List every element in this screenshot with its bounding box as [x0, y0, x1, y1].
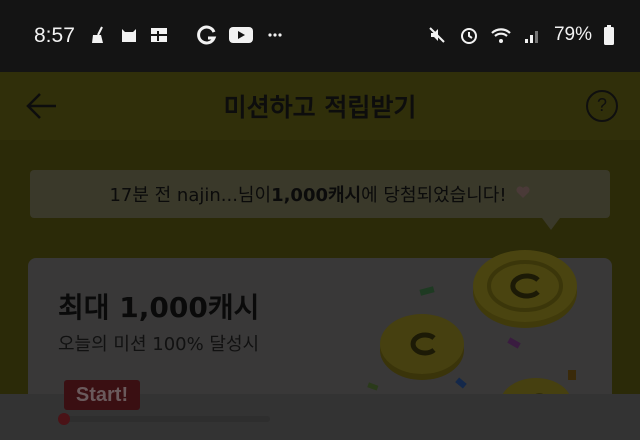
signal-icon [522, 24, 544, 46]
g-icon [196, 24, 218, 46]
ticker-tail [542, 218, 560, 230]
status-time: 8:57 [34, 24, 75, 47]
mute-icon [426, 24, 448, 46]
broom-icon [88, 24, 110, 46]
confetti-icon [367, 382, 379, 391]
ticker-amount: 1,000캐시 [271, 185, 362, 206]
mission-subtitle: 오늘의 미션 100% 달성시 [58, 334, 260, 355]
confetti-icon [455, 377, 467, 389]
wifi-icon [490, 24, 512, 46]
battery-percent: 79% [553, 24, 592, 45]
progress-start-dot [58, 413, 70, 425]
coin-large-icon [473, 250, 577, 328]
confetti-icon [507, 337, 521, 349]
help-button[interactable]: ? [586, 90, 618, 122]
coin-mid-icon [380, 314, 464, 380]
winner-ticker: 17분 전 najin...님이 1,000캐시 에 당첨되었습니다! [30, 170, 610, 218]
youtube-icon [228, 24, 254, 46]
start-badge: Start! [64, 380, 140, 410]
confetti-icon [419, 286, 435, 296]
mission-progress-bar [64, 416, 270, 422]
ticker-suffix: 에 당첨되었습니다! [361, 185, 507, 206]
confetti-icon [568, 370, 576, 380]
alarm-icon [458, 24, 480, 46]
heart-icon [515, 184, 531, 205]
app-header: 미션하고 적립받기 ? [0, 72, 640, 140]
ticker-prefix: 17분 전 najin...님이 [109, 185, 272, 206]
grid-icon [148, 24, 170, 46]
status-bar: 8:57 79% [0, 0, 640, 72]
battery-icon [602, 24, 616, 46]
screen: 8:57 79% 미션하고 적립받기 ? 17분 전 najin...님이 1,… [0, 0, 640, 440]
page-title: 미션하고 적립받기 [223, 93, 417, 122]
mission-title: 최대 1,000캐시 [58, 291, 260, 324]
more-icon [264, 24, 286, 46]
cat-icon [118, 24, 140, 46]
